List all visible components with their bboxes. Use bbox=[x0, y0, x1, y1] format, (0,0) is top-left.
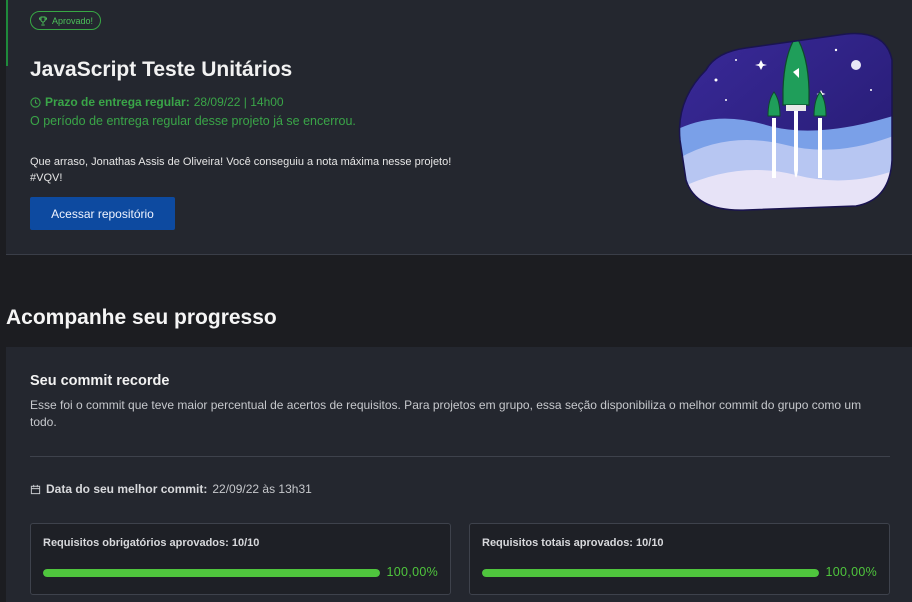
trophy-icon bbox=[38, 16, 48, 25]
congrats-tagline: #VQV! bbox=[30, 172, 63, 184]
commit-record-title: Seu commit recorde bbox=[30, 373, 170, 389]
total-requirements-label: Requisitos totais aprovados: 10/10 bbox=[482, 537, 664, 549]
congrats-message: Que arraso, Jonathas Assis de Oliveira! … bbox=[30, 154, 451, 186]
project-title: JavaScript Teste Unitários bbox=[30, 58, 293, 81]
total-requirements-percent: 100,00% bbox=[825, 565, 877, 579]
deadline-label: Prazo de entrega regular: bbox=[45, 95, 190, 109]
progress-heading: Acompanhe seu progresso bbox=[6, 306, 277, 329]
progress-card: Seu commit recorde Esse foi o commit que… bbox=[6, 347, 912, 602]
project-card: Aprovado! JavaScript Teste Unitários Pra… bbox=[6, 0, 912, 255]
rocket-illustration bbox=[678, 32, 893, 211]
clock-icon bbox=[30, 96, 41, 108]
best-commit-date: Data do seu melhor commit: 22/09/22 às 1… bbox=[30, 482, 312, 496]
commit-record-description: Esse foi o commit que teve maior percent… bbox=[30, 398, 862, 429]
mandatory-requirements-box: Requisitos obrigatórios aprovados: 10/10… bbox=[30, 523, 451, 595]
best-commit-label: Data do seu melhor commit: bbox=[46, 482, 208, 496]
status-accent-bar bbox=[6, 0, 8, 66]
deadline-info: Prazo de entrega regular: 28/09/22 | 14h… bbox=[30, 95, 284, 109]
mandatory-requirements-label: Requisitos obrigatórios aprovados: 10/10 bbox=[43, 537, 260, 549]
divider bbox=[30, 456, 890, 457]
deadline-closed-message: O período de entrega regular desse proje… bbox=[30, 114, 356, 128]
total-requirements-progress-fill bbox=[482, 569, 819, 577]
best-commit-value: 22/09/22 às 13h31 bbox=[212, 482, 312, 496]
mandatory-requirements-progress-bar bbox=[43, 569, 380, 577]
total-requirements-box: Requisitos totais aprovados: 10/10 100,0… bbox=[469, 523, 890, 595]
approved-badge: Aprovado! bbox=[30, 11, 102, 30]
total-requirements-progress-bar bbox=[482, 569, 819, 577]
mandatory-requirements-percent: 100,00% bbox=[386, 565, 438, 579]
congrats-line: Que arraso, Jonathas Assis de Oliveira! … bbox=[30, 156, 452, 168]
deadline-value: 28/09/22 | 14h00 bbox=[193, 95, 284, 109]
approved-badge-label: Aprovado! bbox=[52, 15, 94, 26]
access-repository-button[interactable]: Acessar repositório bbox=[30, 197, 175, 230]
mandatory-requirements-progress-fill bbox=[43, 569, 380, 577]
calendar-icon bbox=[30, 484, 41, 494]
